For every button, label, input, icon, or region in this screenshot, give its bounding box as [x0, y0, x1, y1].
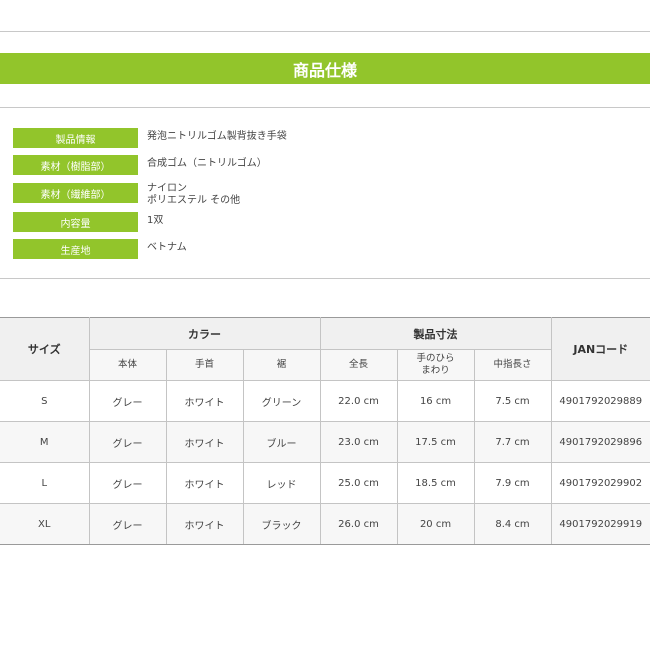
cell-body-color: グレー: [88, 380, 167, 422]
cell-length: 26.0 cm: [319, 503, 398, 545]
cell-jan: 4901792029919: [550, 503, 650, 545]
subheader-palm: 手のひら まわり: [396, 349, 475, 381]
header-jan: JANコード: [550, 317, 650, 381]
cell-wrist-color: ホワイト: [165, 462, 244, 504]
cell-middle-finger: 7.5 cm: [473, 380, 552, 422]
cell-palm: 20 cm: [396, 503, 475, 545]
spec-value: ナイロン ポリエステル その他: [147, 183, 241, 206]
spec-label: 製品情報: [13, 128, 138, 148]
cell-palm: 16 cm: [396, 380, 475, 422]
spec-row-fiber-material: 素材（繊維部） ナイロン ポリエステル その他: [13, 183, 240, 207]
cell-length: 22.0 cm: [319, 380, 398, 422]
subheader-wrist: 手首: [165, 349, 244, 381]
cell-jan: 4901792029889: [550, 380, 650, 422]
cell-wrist-color: ホワイト: [165, 380, 244, 422]
banner-divider: [0, 107, 650, 108]
cell-size: L: [0, 462, 90, 504]
cell-size: M: [0, 421, 90, 463]
table-header-row: サイズ カラー 製品寸法 JANコード: [0, 317, 650, 381]
cell-hem-color: レッド: [242, 462, 321, 504]
table-row: L グレー ホワイト レッド 25.0 cm 18.5 cm 7.9 cm 49…: [0, 462, 650, 504]
cell-jan: 4901792029902: [550, 462, 650, 504]
spec-value: ベトナム: [147, 242, 187, 253]
cell-middle-finger: 7.9 cm: [473, 462, 552, 504]
subheader-length: 全長: [319, 349, 398, 381]
cell-hem-color: ブルー: [242, 421, 321, 463]
header-dimensions: 製品寸法: [319, 317, 552, 350]
header-color: カラー: [88, 317, 321, 350]
cell-palm: 18.5 cm: [396, 462, 475, 504]
cell-body-color: グレー: [88, 462, 167, 504]
table-row: S グレー ホワイト グリーン 22.0 cm 16 cm 7.5 cm 490…: [0, 380, 650, 422]
cell-hem-color: グリーン: [242, 380, 321, 422]
spec-label: 生産地: [13, 239, 138, 259]
cell-middle-finger: 7.7 cm: [473, 421, 552, 463]
cell-middle-finger: 8.4 cm: [473, 503, 552, 545]
spec-label: 内容量: [13, 212, 138, 232]
spec-value: 発泡ニトリルゴム製背抜き手袋: [147, 131, 287, 142]
cell-body-color: グレー: [88, 503, 167, 545]
cell-body-color: グレー: [88, 421, 167, 463]
subheader-middle-finger: 中指長さ: [473, 349, 552, 381]
cell-size: S: [0, 380, 90, 422]
cell-wrist-color: ホワイト: [165, 503, 244, 545]
top-divider: [0, 31, 650, 32]
spec-label: 素材（樹脂部）: [13, 155, 138, 175]
spec-value: 合成ゴム（ニトリルゴム）: [147, 158, 267, 169]
spec-banner: 商品仕様: [0, 53, 650, 84]
spec-divider: [0, 278, 650, 279]
cell-hem-color: ブラック: [242, 503, 321, 545]
subheader-hem: 裾: [242, 349, 321, 381]
spec-value: 1双: [147, 215, 164, 226]
spec-row-origin: 生産地 ベトナム: [13, 239, 187, 259]
cell-size: XL: [0, 503, 90, 545]
header-size: サイズ: [0, 317, 90, 381]
size-table: サイズ カラー 製品寸法 JANコード 本体 手首 裾 全長 手のひら まわり …: [0, 317, 650, 545]
cell-palm: 17.5 cm: [396, 421, 475, 463]
table-row: M グレー ホワイト ブルー 23.0 cm 17.5 cm 7.7 cm 49…: [0, 421, 650, 463]
spec-row-resin-material: 素材（樹脂部） 合成ゴム（ニトリルゴム）: [13, 155, 267, 175]
spec-label: 素材（繊維部）: [13, 183, 138, 203]
spec-row-quantity: 内容量 1双: [13, 212, 163, 232]
banner-title: 商品仕様: [292, 60, 357, 80]
cell-length: 25.0 cm: [319, 462, 398, 504]
cell-length: 23.0 cm: [319, 421, 398, 463]
cell-jan: 4901792029896: [550, 421, 650, 463]
table-row: XL グレー ホワイト ブラック 26.0 cm 20 cm 8.4 cm 49…: [0, 503, 650, 545]
spec-row-product-info: 製品情報 発泡ニトリルゴム製背抜き手袋: [13, 128, 287, 148]
cell-wrist-color: ホワイト: [165, 421, 244, 463]
subheader-body: 本体: [89, 349, 167, 381]
